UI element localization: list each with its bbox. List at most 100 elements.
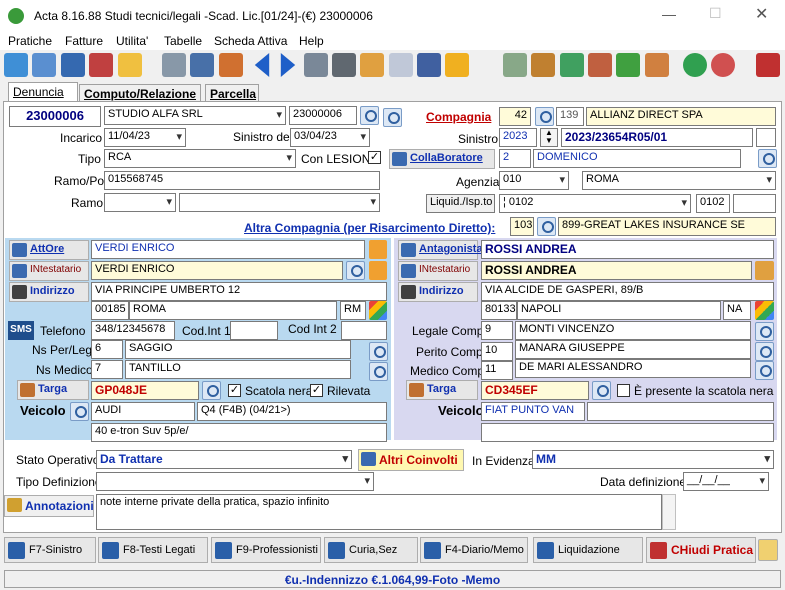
annotazioni-textarea[interactable]: note interne private della pratica, spaz…	[96, 494, 662, 530]
gears-icon[interactable]	[588, 53, 612, 77]
tab-denuncia[interactable]: Denuncia	[8, 82, 78, 102]
scatola-right-checkbox[interactable]	[617, 384, 630, 397]
print-icon[interactable]	[162, 53, 186, 77]
search-ns-per-leg-icon[interactable]	[369, 342, 388, 361]
targa-right-button[interactable]: Targa	[406, 380, 478, 400]
compagnia-label[interactable]: Compagnia	[426, 110, 491, 124]
indirizzo-input[interactable]: VIA PRINCIPE UMBERTO 12	[91, 282, 387, 301]
scatola-nera-checkbox[interactable]: ✓	[228, 384, 241, 397]
veicolo-right-desc[interactable]	[481, 423, 774, 442]
veicolo-model[interactable]: Q4 (F4B) (04/21>)	[197, 402, 387, 421]
cap-right-input[interactable]: 80133	[481, 301, 517, 320]
menu-pratiche[interactable]: Pratiche	[8, 34, 52, 48]
chiudi-pratica-button[interactable]: CHiudi Pratica	[646, 537, 756, 563]
stato-select[interactable]: Da Trattare	[96, 450, 352, 469]
menu-help[interactable]: Help	[299, 34, 324, 48]
citta-input[interactable]: ROMA	[129, 301, 337, 320]
maximize-icon[interactable]: ☐	[709, 5, 722, 22]
menu-utilita[interactable]: Utilita'	[116, 34, 148, 48]
menu-tabelle[interactable]: Tabelle	[164, 34, 202, 48]
search-collaboratore-icon[interactable]	[758, 149, 777, 168]
sinistro-year[interactable]: 2023	[499, 128, 537, 147]
search-intestatario-icon[interactable]	[346, 261, 365, 280]
rilevata-checkbox[interactable]: ✓	[310, 384, 323, 397]
cap-input[interactable]: 00185	[91, 301, 129, 320]
clipboard-icon[interactable]	[755, 261, 774, 280]
search-veicolo-icon[interactable]	[70, 402, 89, 421]
intestatario-button[interactable]: INtestatario	[9, 261, 89, 281]
targa-button[interactable]: Targa	[17, 380, 89, 400]
tools-icon[interactable]	[304, 53, 328, 77]
refresh-icon[interactable]	[383, 108, 402, 127]
intestatario-right-button[interactable]: INtestatario	[398, 261, 478, 281]
annotazioni-button[interactable]: Annotazioni	[4, 495, 94, 517]
settings-icon[interactable]	[758, 539, 778, 561]
sinistro-number[interactable]: 2023/23654R05/01	[561, 128, 753, 147]
minimize-icon[interactable]: —	[662, 6, 676, 22]
liquid-select[interactable]: ¦ 0102	[499, 194, 691, 213]
search-icon[interactable]	[32, 53, 56, 77]
veicolo-right-input[interactable]: FIAT PUNTO VAN	[481, 402, 585, 421]
new-icon[interactable]	[4, 53, 28, 77]
tab-computo[interactable]: Computo/Relazione	[79, 84, 201, 102]
certificate-icon[interactable]	[645, 53, 669, 77]
sms-button[interactable]: SMS	[8, 321, 34, 340]
attore-doc-icon[interactable]	[369, 240, 387, 259]
ramo-desc-select[interactable]	[179, 193, 380, 212]
ramo-select[interactable]	[104, 193, 176, 212]
medico-comp-code[interactable]: 11	[481, 361, 513, 380]
handshake-icon[interactable]	[360, 53, 384, 77]
folder-icon[interactable]	[61, 53, 85, 77]
binoculars-icon[interactable]	[332, 53, 356, 77]
agenzia-code[interactable]: 010	[499, 171, 569, 190]
targa-right-input[interactable]: CD345EF	[481, 381, 589, 400]
con-lesioni-checkbox[interactable]: ✓	[368, 151, 381, 164]
mail-icon[interactable]	[389, 53, 413, 77]
curia-sez-button[interactable]: Curia,Sez	[324, 537, 418, 563]
compagnia-code[interactable]: 42	[499, 107, 531, 126]
intestatario-doc-icon[interactable]	[369, 261, 387, 280]
ramo-pol-input[interactable]: 015568745	[104, 171, 380, 190]
document-icon[interactable]	[445, 53, 469, 77]
intestatario-right-input[interactable]: ROSSI ANDREA	[481, 261, 752, 280]
indirizzo-right-button[interactable]: Indirizzo	[398, 282, 478, 302]
search-practice-icon[interactable]	[360, 106, 379, 125]
perito-comp-code[interactable]: 10	[481, 342, 513, 361]
menu-scheda-attiva[interactable]: Scheda Attiva	[214, 34, 287, 48]
search-perito-icon[interactable]	[755, 342, 774, 361]
targa-input[interactable]: GP048JE	[91, 381, 199, 400]
collaboratore-button[interactable]: CollaBoratore	[389, 149, 495, 169]
search-compagnia-icon[interactable]	[535, 107, 554, 126]
liquid-code[interactable]: 0102	[696, 194, 730, 213]
f7-sinistro-button[interactable]: F7-Sinistro	[4, 537, 96, 563]
search-targa-icon[interactable]	[202, 381, 221, 400]
tipo-select[interactable]: RCA	[104, 149, 296, 168]
practice-code[interactable]: 23000006	[289, 106, 357, 125]
liquidazione-button[interactable]: Liquidazione	[533, 537, 643, 563]
prov-input[interactable]: RM	[340, 301, 366, 320]
attore-input[interactable]: VERDI ENRICO	[91, 240, 365, 259]
liquid-extra[interactable]	[733, 194, 776, 213]
f4-diario-memo-button[interactable]: F4-Diario/Memo	[420, 537, 528, 563]
ns-per-leg-code[interactable]: 6	[91, 340, 123, 359]
studio-select[interactable]: STUDIO ALFA SRL	[104, 106, 286, 125]
money-icon[interactable]	[503, 53, 527, 77]
arrow-right-icon[interactable]	[280, 53, 296, 77]
exit-icon[interactable]	[756, 53, 780, 77]
annotazioni-scrollbar[interactable]	[662, 494, 676, 530]
incarico-date[interactable]: 11/04/23	[104, 128, 186, 147]
close-icon[interactable]: ✕	[755, 4, 768, 24]
data-definizione-input[interactable]: __/__/__	[683, 472, 769, 491]
tab-parcella[interactable]: Parcella	[205, 84, 259, 102]
search-targa-right-icon[interactable]	[592, 381, 611, 400]
agenzia-name[interactable]: ROMA	[582, 171, 776, 190]
intestatario-input[interactable]: VERDI ENRICO	[91, 261, 343, 280]
f8-testi-legati-button[interactable]: F8-Testi Legati	[98, 537, 208, 563]
cod-int2-input[interactable]	[341, 321, 387, 340]
search-legale-icon[interactable]	[755, 322, 774, 341]
veicolo-desc[interactable]: 40 e-tron Suv 5p/e/	[91, 423, 387, 442]
indirizzo-right-input[interactable]: VIA ALCIDE DE GASPERI, 89/B	[481, 282, 774, 301]
arrow-left-icon[interactable]	[254, 53, 270, 77]
ns-medico-code[interactable]: 7	[91, 360, 123, 379]
menu-fatture[interactable]: Fatture	[65, 34, 103, 48]
